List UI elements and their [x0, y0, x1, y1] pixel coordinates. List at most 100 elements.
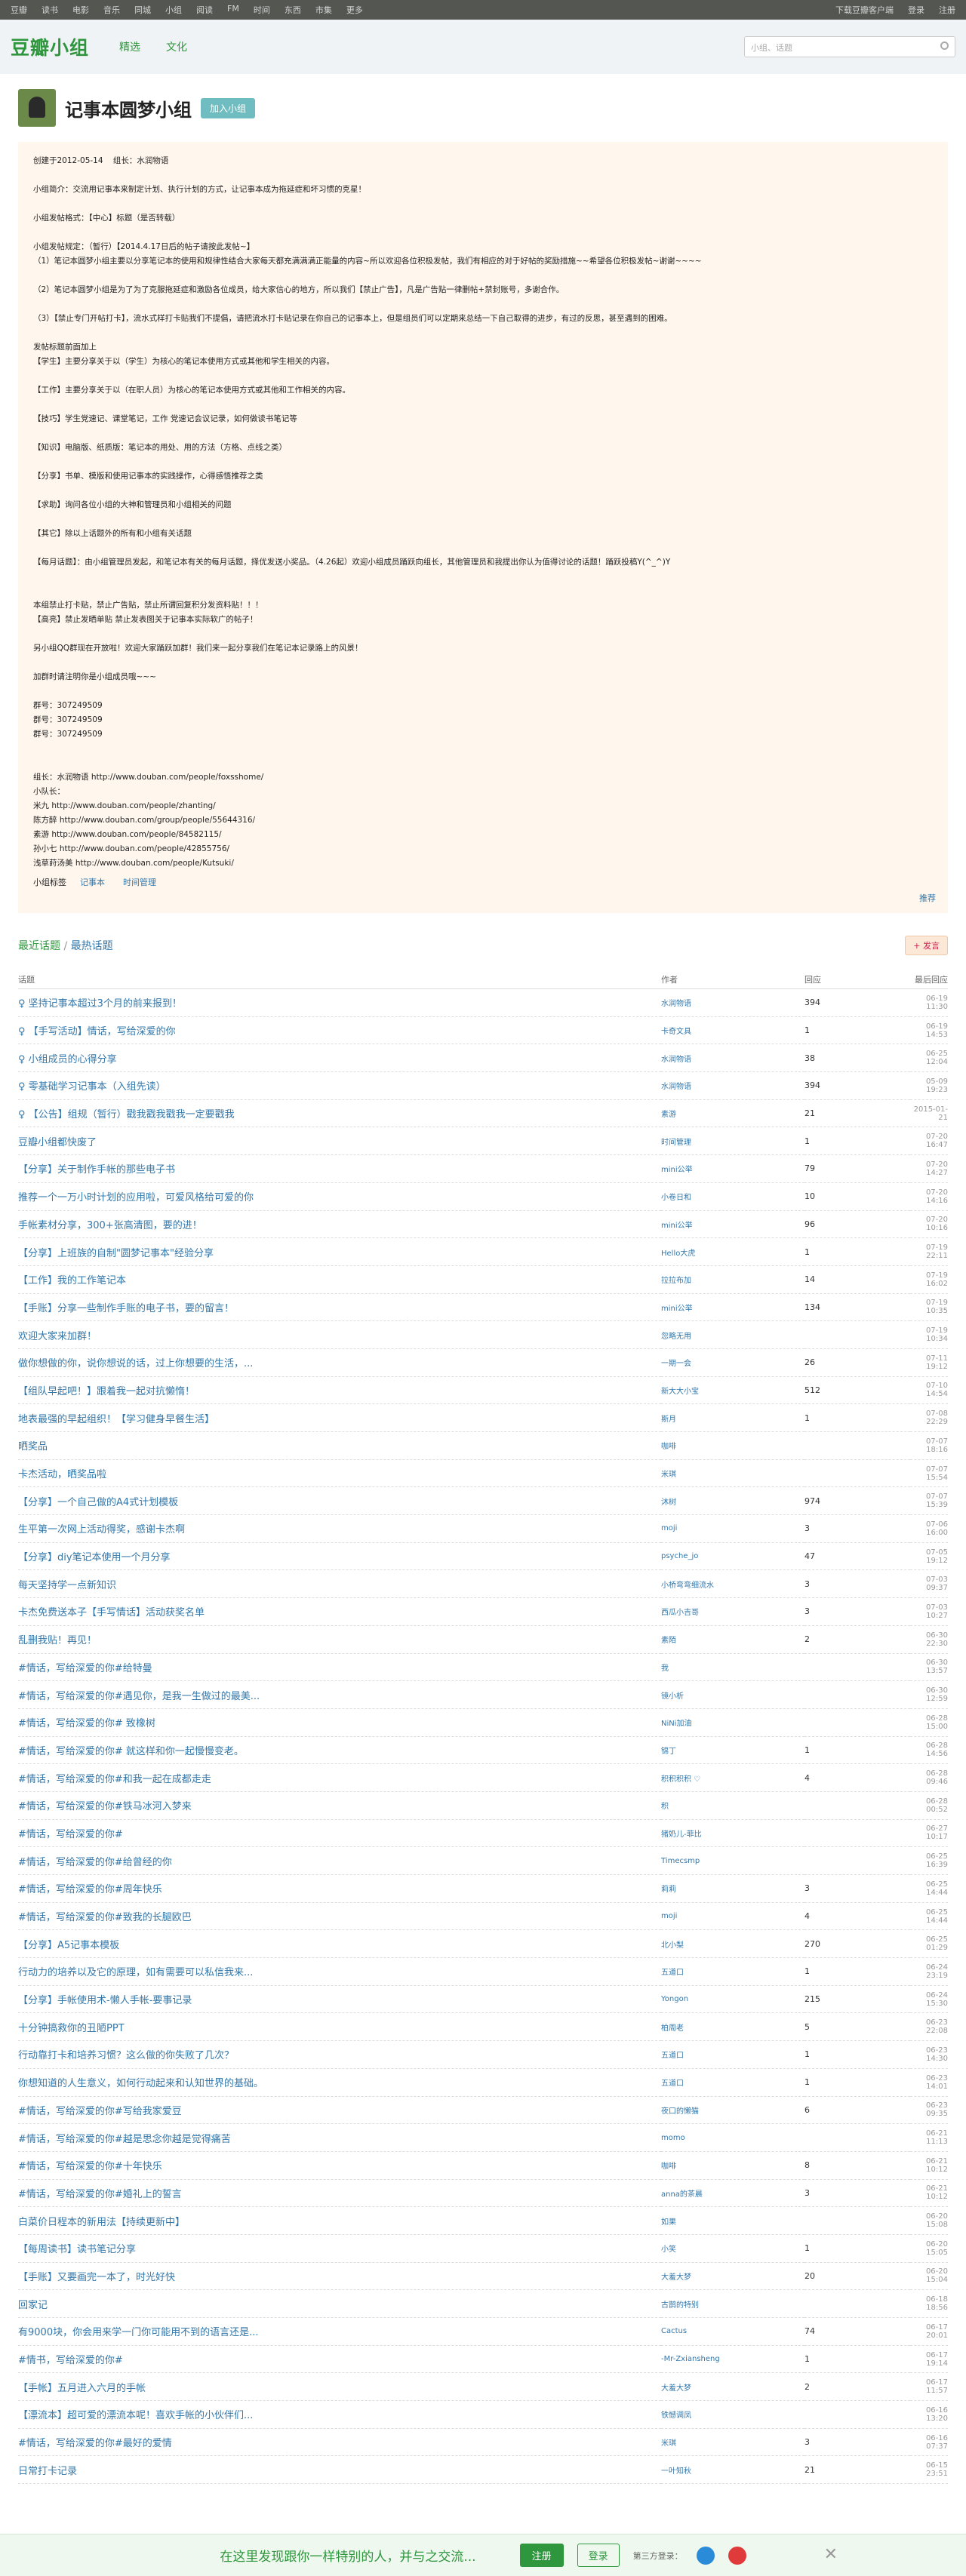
- topic-author[interactable]: Cactus: [661, 2317, 804, 2346]
- header-nav-item[interactable]: 精选: [119, 39, 140, 54]
- global-nav-item[interactable]: FM: [227, 4, 239, 16]
- topic-title[interactable]: 【分享】关于制作手帐的那些电子书: [18, 1154, 661, 1183]
- topic-author[interactable]: Hello大虎: [661, 1237, 804, 1266]
- site-logo[interactable]: 豆瓣小组: [11, 33, 89, 60]
- topic-title[interactable]: 【手帐】五月进入六月的手帐: [18, 2372, 661, 2402]
- topic-title[interactable]: 【分享】一个自己做的A4式计划模板: [18, 1486, 661, 1516]
- global-nav-item[interactable]: 下载豆瓣客户端: [835, 4, 894, 16]
- topic-title[interactable]: 生平第一次网上活动得奖，感谢卡杰啊: [18, 1514, 661, 1543]
- topic-title[interactable]: 行动靠打卡和培养习惯？这么做的你失败了几次？: [18, 2040, 661, 2069]
- topic-title[interactable]: #情话，写给深爱的你# 就这样和你一起慢慢变老。: [18, 1736, 661, 1765]
- topic-author[interactable]: 咖啡: [661, 2151, 804, 2180]
- topic-title[interactable]: 【手账】又要画完一本了，时光好快: [18, 2262, 661, 2291]
- topic-author[interactable]: 拉拉布加: [661, 1265, 804, 1294]
- topic-author[interactable]: 积: [661, 1791, 804, 1820]
- tab-hot[interactable]: 最热话题: [71, 940, 113, 952]
- login-button[interactable]: 登录: [577, 2544, 620, 2567]
- global-nav-item[interactable]: 市集: [315, 4, 332, 16]
- topic-author[interactable]: 忽略无用: [661, 1320, 804, 1349]
- topic-title[interactable]: #情话，写给深爱的你#给特曼: [18, 1653, 661, 1682]
- topic-title[interactable]: 行动力的培养以及它的原理，如有需要可以私信我来...: [18, 1957, 661, 1986]
- search-icon[interactable]: [940, 41, 949, 50]
- topic-title[interactable]: 手帐素材分享，300+张高清图，要的进！: [18, 1210, 661, 1239]
- topic-title[interactable]: 每天坚持学一点新知识: [18, 1569, 661, 1599]
- topic-title[interactable]: 【手账】分享一些制作手账的电子书，要的留言！: [18, 1293, 661, 1322]
- topic-author[interactable]: psyche_jo: [661, 1542, 804, 1571]
- topic-author[interactable]: 大羞大梦: [661, 2372, 804, 2402]
- topic-title[interactable]: #情话，写给深爱的你#越是思念你越是觉得痛苦: [18, 2123, 661, 2152]
- topic-title[interactable]: 回家记: [18, 2289, 661, 2318]
- topic-title[interactable]: ♀ 坚持记事本超过3个月的前来报到！: [18, 988, 661, 1017]
- global-nav-item[interactable]: 小组: [165, 4, 182, 16]
- topic-author[interactable]: 米琪: [661, 1459, 804, 1488]
- topic-title[interactable]: 十分钟搞救你的丑陋PPT: [18, 2012, 661, 2042]
- topic-author[interactable]: 如果: [661, 2206, 804, 2235]
- topic-title[interactable]: ♀ 小组成员的心得分享: [18, 1044, 661, 1073]
- topic-title[interactable]: 推荐一个一万小时计划的应用啦，可爱风格给可爱的你: [18, 1182, 661, 1211]
- topic-author[interactable]: anna的茶晨: [661, 2179, 804, 2208]
- topic-title[interactable]: 白菜价日程本的新用法【持续更新中】: [18, 2206, 661, 2235]
- topic-author[interactable]: 斯月: [661, 1403, 804, 1432]
- topic-author[interactable]: 小笑: [661, 2234, 804, 2263]
- topic-author[interactable]: 古鹊的特别: [661, 2289, 804, 2318]
- topic-author[interactable]: 五道口: [661, 1957, 804, 1986]
- topic-title[interactable]: #情话，写给深爱的你#和我一起在成都走走: [18, 1763, 661, 1792]
- tag-link[interactable]: 记事本: [75, 875, 109, 890]
- topic-title[interactable]: ♀ 【公告】组规（暂行）戳我戳我戳我一定要戳我: [18, 1099, 661, 1128]
- header-nav-item[interactable]: 文化: [166, 39, 187, 54]
- topic-title[interactable]: #情话，写给深爱的你#给曾经的你: [18, 1846, 661, 1875]
- topic-title[interactable]: 【每周读书】读书笔记分享: [18, 2234, 661, 2263]
- global-nav-item[interactable]: 音乐: [103, 4, 120, 16]
- topic-author[interactable]: Yongon: [661, 1985, 804, 2014]
- topic-author[interactable]: 沐树: [661, 1486, 804, 1516]
- topic-author[interactable]: 一期一会: [661, 1348, 804, 1377]
- topic-title[interactable]: #情话，写给深爱的你#婚礼上的誓言: [18, 2179, 661, 2208]
- recommend-button[interactable]: 推荐: [919, 891, 936, 905]
- topic-title[interactable]: 豆瓣小组都快废了: [18, 1127, 661, 1156]
- tab-latest[interactable]: 最近话题: [18, 940, 60, 952]
- post-button[interactable]: + 发言: [905, 936, 948, 955]
- topic-author[interactable]: 素游: [661, 1099, 804, 1128]
- topic-title[interactable]: ♀ 【手写活动】情话，写给深爱的你: [18, 1016, 661, 1045]
- topic-title[interactable]: #情话，写给深爱的你#: [18, 1819, 661, 1848]
- topic-title[interactable]: 卡杰活动，晒奖品啦: [18, 1459, 661, 1488]
- topic-title[interactable]: 【分享】A5记事本模板: [18, 1929, 661, 1959]
- topic-title[interactable]: 卡杰免费送本子【手写情话】活动获奖名单: [18, 1597, 661, 1626]
- topic-author[interactable]: 莉莉: [661, 1874, 804, 1903]
- topic-author[interactable]: 卡奇文具: [661, 1016, 804, 1045]
- search-input[interactable]: 小组、话题: [744, 36, 955, 57]
- topic-author[interactable]: 素陌: [661, 1625, 804, 1654]
- topic-author[interactable]: 锦丁: [661, 1736, 804, 1765]
- topic-title[interactable]: 【分享】diy笔记本使用一个月分享: [18, 1542, 661, 1571]
- topic-author[interactable]: mini公举: [661, 1293, 804, 1322]
- topic-author[interactable]: 积积积积 ♡: [661, 1763, 804, 1792]
- topic-author[interactable]: 五道口: [661, 2068, 804, 2097]
- topic-author[interactable]: 小卷日和: [661, 1182, 804, 1211]
- global-nav-item[interactable]: 同城: [134, 4, 151, 16]
- topic-title[interactable]: 有9000块，你会用来学一门你可能用不到的语言还是...: [18, 2317, 661, 2346]
- global-nav-item[interactable]: 更多: [346, 4, 363, 16]
- topic-author[interactable]: 北小梨: [661, 1929, 804, 1959]
- topic-author[interactable]: 镜小析: [661, 1680, 804, 1709]
- topic-author[interactable]: 猪奶儿-菲比: [661, 1819, 804, 1848]
- topic-author[interactable]: 铁憾调凤: [661, 2400, 804, 2429]
- topic-author[interactable]: 水润物语: [661, 988, 804, 1017]
- topic-title[interactable]: #情话，写给深爱的你#致我的长腿欧巴: [18, 1902, 661, 1931]
- global-nav-item[interactable]: 注册: [939, 4, 955, 16]
- topic-title[interactable]: #情话，写给深爱的你# 致橡树: [18, 1708, 661, 1737]
- topic-title[interactable]: 乱删我贴！再见！: [18, 1625, 661, 1654]
- topic-author[interactable]: 我: [661, 1653, 804, 1682]
- topic-author[interactable]: mini公举: [661, 1210, 804, 1239]
- close-icon[interactable]: ✕: [824, 2545, 838, 2564]
- topic-title[interactable]: 【分享】上班族的自制"圆梦记事本"经验分享: [18, 1237, 661, 1266]
- topic-title[interactable]: 日常打卡记录: [18, 2455, 661, 2485]
- topic-title[interactable]: 做你想做的你，说你想说的话，过上你想要的生活，...: [18, 1348, 661, 1377]
- topic-author[interactable]: 夜口的懒猫: [661, 2096, 804, 2125]
- topic-author[interactable]: 咖啡: [661, 1431, 804, 1460]
- global-nav-item[interactable]: 阅读: [196, 4, 213, 16]
- topic-author[interactable]: 大羞大梦: [661, 2262, 804, 2291]
- topic-title[interactable]: 【分享】手帐使用术-懒人手帐-要事记录: [18, 1985, 661, 2014]
- topic-author[interactable]: NiNi加油: [661, 1708, 804, 1737]
- register-button[interactable]: 注册: [519, 2544, 564, 2567]
- topic-author[interactable]: 西瓜小吉哥: [661, 1597, 804, 1626]
